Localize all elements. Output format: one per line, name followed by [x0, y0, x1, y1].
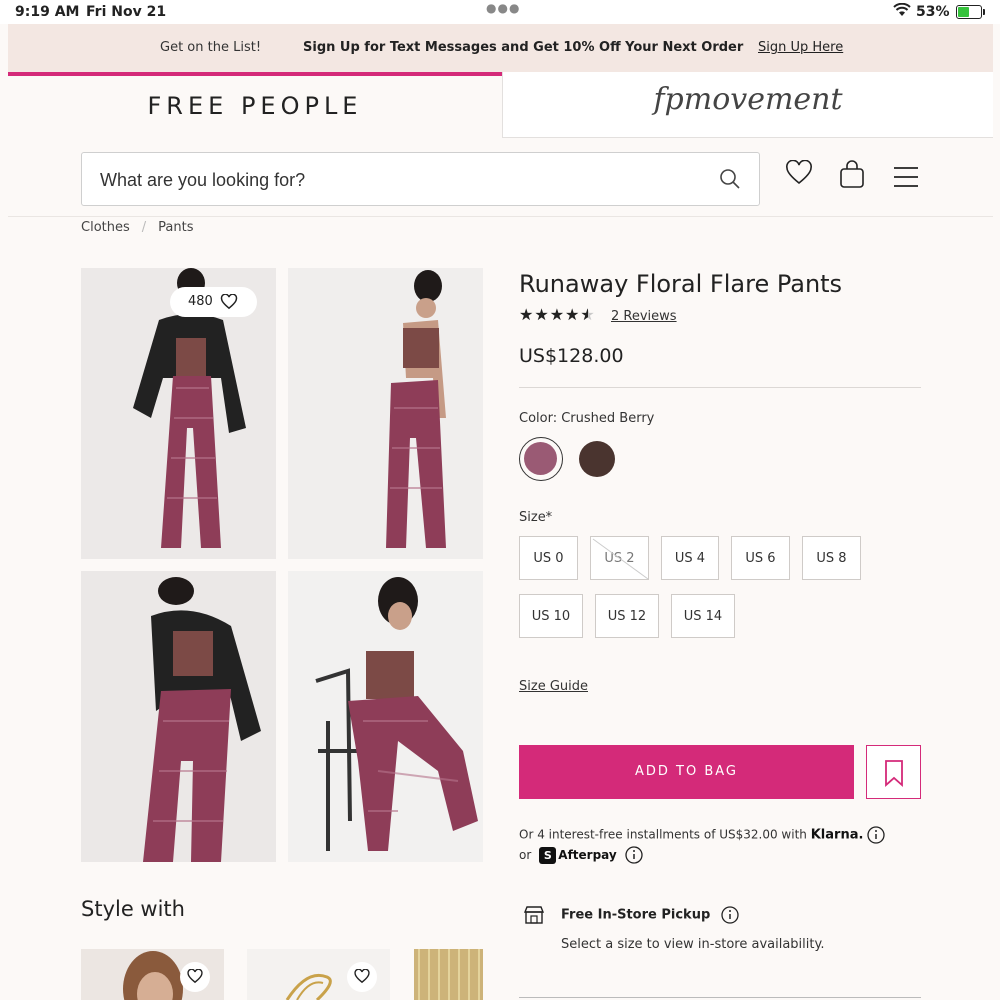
color-label: Color: Crushed Berry	[519, 411, 655, 426]
save-to-wishlist-button[interactable]	[866, 745, 921, 799]
promo-signup-link[interactable]: Sign Up Here	[758, 40, 843, 55]
section-divider	[519, 997, 921, 998]
unavailable-slash-icon	[592, 538, 649, 580]
size-guide-link[interactable]: Size Guide	[519, 679, 588, 694]
breadcrumb: Clothes / Pants	[81, 220, 193, 235]
status-bar: 9:19 AM Fri Nov 21 ●●● 53%	[0, 0, 1000, 24]
swatch-dark[interactable]	[579, 441, 615, 477]
size-us-12[interactable]: US 12	[595, 594, 659, 638]
size-us-2[interactable]: US 2	[590, 536, 649, 580]
tab-free-people[interactable]: FREE PEOPLE	[8, 72, 502, 138]
search-box[interactable]	[81, 152, 760, 206]
product-title: Runaway Floral Flare Pants	[519, 270, 843, 298]
breadcrumb-pants[interactable]: Pants	[158, 220, 193, 235]
size-us-14[interactable]: US 14	[671, 594, 735, 638]
heart-icon	[220, 294, 238, 310]
promo-banner: Get on the List! Sign Up for Text Messag…	[8, 24, 993, 72]
style-with-heading: Style with	[81, 897, 185, 921]
style-with-item-3[interactable]	[414, 949, 483, 1000]
pickup-title: Free In-Store Pickup	[561, 906, 739, 924]
wishlist-heart-icon[interactable]	[785, 159, 813, 190]
afterpay-info: or S Afterpay	[519, 846, 643, 864]
swatch-crushed-berry[interactable]	[519, 437, 563, 481]
header-divider	[8, 216, 993, 217]
size-us-6[interactable]: US 6	[731, 536, 790, 580]
info-icon[interactable]	[867, 826, 885, 844]
star-rating: ★★★★★ ★★★★★	[519, 305, 596, 324]
heart-icon	[354, 969, 370, 984]
multitask-dots-icon[interactable]: ●●●	[486, 1, 520, 15]
info-icon[interactable]	[721, 906, 739, 924]
store-icon	[523, 905, 545, 929]
reviews-link[interactable]: 2 Reviews	[611, 309, 677, 324]
breadcrumb-clothes[interactable]: Clothes	[81, 220, 130, 235]
fp-movement-logo: fpmovement	[653, 82, 843, 117]
battery-icon	[956, 5, 982, 19]
product-price: US$128.00	[519, 345, 624, 367]
style-with-item-2-heart[interactable]	[347, 962, 377, 992]
afterpay-logo: Afterpay	[558, 848, 617, 862]
product-image-3[interactable]	[81, 571, 276, 862]
likes-count: 480	[188, 294, 213, 309]
shopping-bag-icon[interactable]	[838, 160, 866, 194]
likes-badge[interactable]: 480	[170, 287, 257, 317]
add-to-bag-button[interactable]: ADD TO BAG	[519, 745, 854, 799]
wifi-icon	[893, 2, 911, 21]
afterpay-or: or	[519, 848, 532, 862]
size-us-8[interactable]: US 8	[802, 536, 861, 580]
promo-lead: Get on the List!	[160, 40, 262, 55]
status-time: 9:19 AM	[15, 4, 80, 20]
price-divider	[519, 387, 921, 388]
heart-icon	[187, 969, 203, 984]
search-icon[interactable]	[719, 168, 741, 194]
style-with-item-1-heart[interactable]	[180, 962, 210, 992]
product-image-4[interactable]	[288, 571, 483, 862]
size-us-0[interactable]: US 0	[519, 536, 578, 580]
tab-fp-movement[interactable]: fpmovement	[502, 72, 993, 138]
free-people-logo: FREE PEOPLE	[147, 92, 363, 120]
battery-tip	[983, 9, 985, 15]
bookmark-icon	[885, 760, 903, 787]
size-us-4[interactable]: US 4	[661, 536, 719, 580]
size-label: Size*	[519, 510, 553, 525]
product-image-2[interactable]	[288, 268, 483, 559]
menu-hamburger-icon[interactable]	[892, 166, 920, 192]
klarna-text: Or 4 interest-free installments of US$32…	[519, 827, 807, 842]
klarna-info: Or 4 interest-free installments of US$32…	[519, 826, 885, 844]
search-input[interactable]	[100, 167, 700, 193]
rating-stars-filled: ★★★★★	[519, 305, 589, 324]
status-date: Fri Nov 21	[86, 4, 167, 20]
info-icon[interactable]	[624, 846, 643, 864]
pickup-title-text: Free In-Store Pickup	[561, 907, 711, 923]
klarna-logo: Klarna.	[810, 827, 864, 843]
promo-message: Sign Up for Text Messages and Get 10% Of…	[303, 40, 744, 55]
battery-percent: 53%	[916, 4, 950, 20]
size-us-10[interactable]: US 10	[519, 594, 583, 638]
afterpay-logo-icon: S	[539, 846, 557, 864]
pickup-subtext: Select a size to view in-store availabil…	[561, 937, 825, 952]
breadcrumb-separator: /	[141, 220, 147, 235]
